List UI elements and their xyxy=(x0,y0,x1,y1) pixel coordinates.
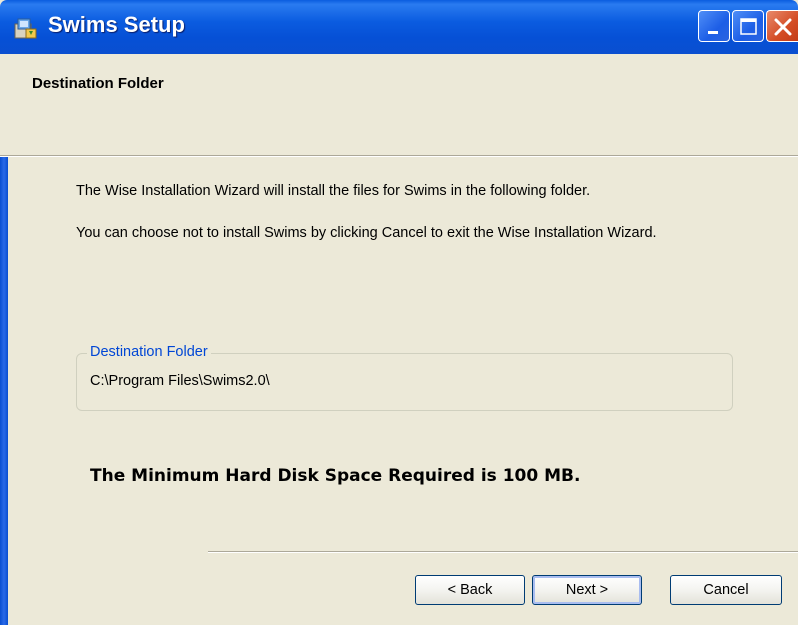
next-button[interactable]: Next > xyxy=(532,575,642,605)
footer-divider-highlight xyxy=(208,552,798,553)
destination-folder-legend: Destination Folder xyxy=(87,344,211,360)
setup-window: Swims Setup Destination Folder The Wise … xyxy=(0,0,798,625)
intro-text: The Wise Installation Wizard will instal… xyxy=(76,183,591,199)
minimize-button[interactable] xyxy=(698,10,730,42)
maximize-button[interactable] xyxy=(732,10,764,42)
disk-space-requirement: The Minimum Hard Disk Space Required is … xyxy=(90,466,581,486)
close-button[interactable] xyxy=(766,10,798,42)
cancel-info-text: You can choose not to install Swims by c… xyxy=(76,225,657,241)
installer-icon xyxy=(12,15,38,41)
back-button[interactable]: < Back xyxy=(415,575,525,605)
title-bar[interactable]: Swims Setup xyxy=(0,0,798,54)
destination-path: C:\Program Files\Swims2.0\ xyxy=(90,373,270,389)
page-title: Destination Folder xyxy=(32,75,164,92)
header-divider-highlight xyxy=(0,156,798,157)
cancel-button[interactable]: Cancel xyxy=(670,575,782,605)
window-title: Swims Setup xyxy=(48,12,185,37)
header-banner xyxy=(0,54,798,155)
